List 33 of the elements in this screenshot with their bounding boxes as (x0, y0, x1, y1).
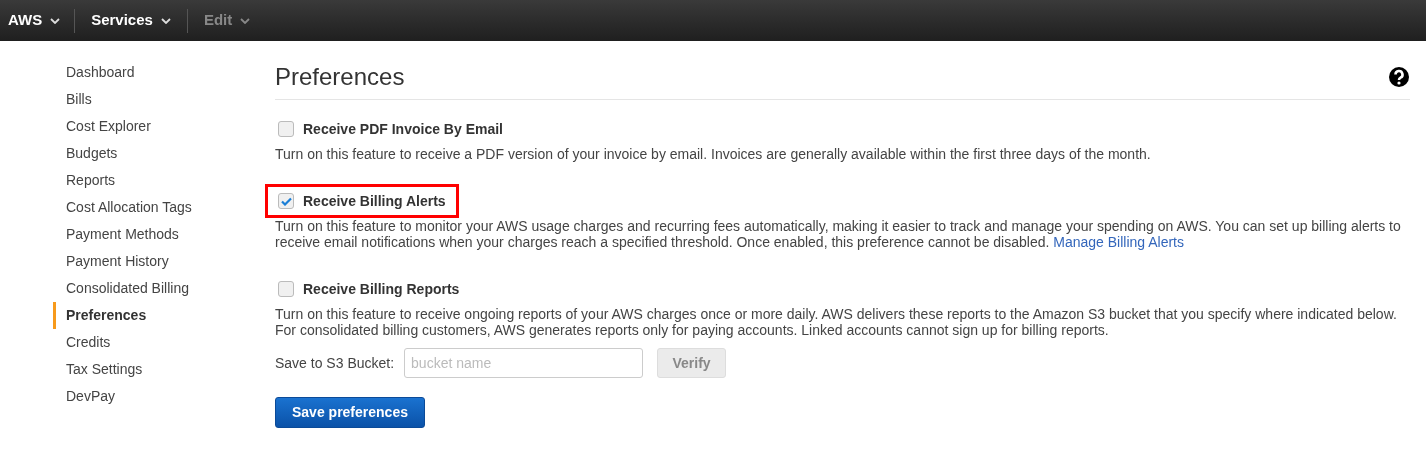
manage-alerts-link[interactable]: Manage Billing Alerts (1053, 234, 1184, 250)
sidebar-item[interactable]: Cost Allocation Tags (53, 194, 275, 221)
sidebar-item[interactable]: Dashboard (53, 59, 275, 86)
sidebar-item[interactable]: Preferences (53, 302, 275, 329)
sidebar-item[interactable]: Tax Settings (53, 356, 275, 383)
nav-menu[interactable]: AWS (0, 9, 75, 32)
checkbox[interactable] (278, 281, 294, 297)
sidebar-item[interactable]: Consolidated Billing (53, 275, 275, 302)
checkbox[interactable] (278, 121, 294, 137)
sidebar-item[interactable]: Budgets (53, 140, 275, 167)
checkbox[interactable] (278, 193, 294, 209)
page-title: Preferences (275, 62, 405, 92)
nav-menu[interactable]: Services (75, 9, 187, 32)
option-description: Turn on this feature to receive ongoing reports of your AWS charges once or more daily. AWS delivers these reports to the Amazon S3 bucket that you specify where indicated below. For consolidated billing customers, AWS generates reports only for paying accounts. Linked accounts cannot sign up for billing reports. (275, 306, 1398, 338)
bucket-field[interactable]: bucket name (404, 348, 644, 378)
caret-icon (160, 17, 171, 24)
option-description: Turn on this feature to monitor your AWS usage charges and recurring fees automatically, making it easier to track and manage your spending on AWS. You can set up billing alerts to receive email notifications when your charges reach a specified threshold. Once enabled, this preference cannot be disabled. Manage Billing Alerts (275, 218, 1402, 250)
option-label: Receive Billing Alerts (303, 191, 446, 211)
sidebar-item[interactable]: Payment Methods (53, 221, 275, 248)
sidebar-item[interactable]: Cost Explorer (53, 113, 275, 140)
option-description: Turn on this feature to receive a PDF version of your invoice by email. Invoices are generally available within the first three days of the month. (275, 146, 1152, 162)
caret-icon (240, 17, 251, 24)
option-label: Receive PDF Invoice By Email (303, 119, 503, 139)
sidebar-item[interactable]: Credits (53, 329, 275, 356)
option-label: Receive Billing Reports (303, 279, 460, 299)
sidebar-item[interactable]: Reports (53, 167, 275, 194)
sidebar-item[interactable]: Bills (53, 86, 275, 113)
help-icon[interactable] (1388, 66, 1410, 88)
field-label: Save to S3 Bucket: (275, 353, 395, 373)
sidebar-item[interactable]: DevPay (53, 383, 275, 410)
caret-icon (50, 17, 61, 24)
save-button[interactable]: Save preferences (275, 397, 425, 428)
sidebar-item[interactable]: Payment History (53, 248, 275, 275)
